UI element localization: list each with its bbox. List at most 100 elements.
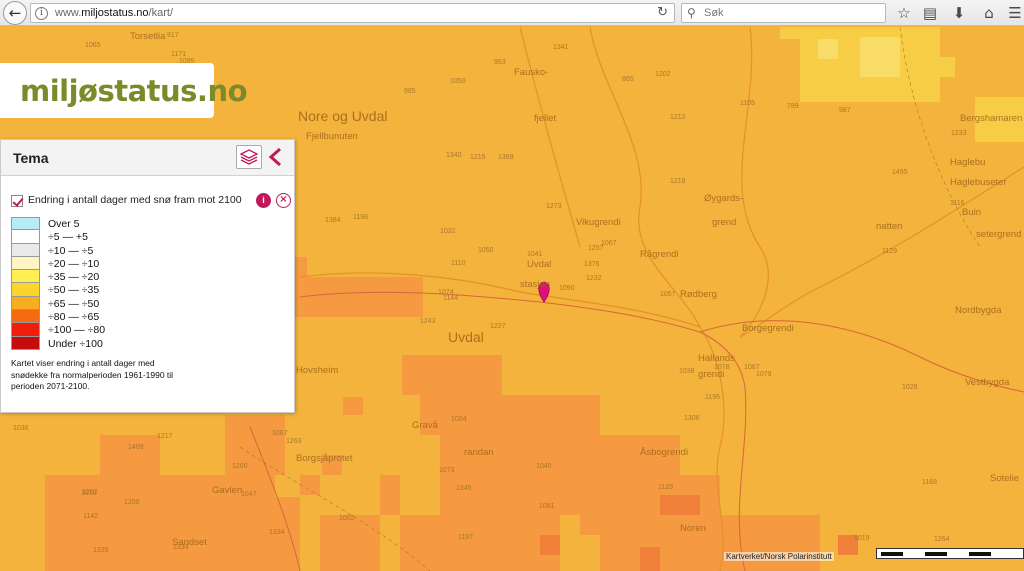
- spot-height: 1142: [83, 513, 99, 520]
- layer-info-icon[interactable]: i: [256, 193, 271, 208]
- scale-segment: [969, 552, 991, 556]
- logo: miljøstatus.no: [20, 74, 248, 108]
- home-icon[interactable]: ⌂: [979, 3, 999, 23]
- place-label: Åsbogrendi: [640, 447, 689, 458]
- download-icon[interactable]: ⬇: [949, 3, 969, 23]
- place-label: Haglebu: [950, 157, 986, 168]
- legend-label: Over 5: [48, 218, 80, 230]
- spot-height: 953: [494, 59, 506, 66]
- bookmark-star-icon[interactable]: ☆: [894, 3, 914, 23]
- spot-height: 1208: [124, 499, 140, 506]
- legend-label: ÷80 — ÷65: [48, 311, 100, 324]
- legend-item: ÷35 — ÷20: [11, 270, 211, 284]
- spot-height: 1036: [13, 425, 29, 432]
- layers-button[interactable]: [236, 145, 262, 169]
- legend-swatch: [11, 243, 40, 257]
- url-bar[interactable]: i www.miljostatus.no/kart/ ↻: [30, 3, 675, 23]
- legend-label: ÷10 — ÷5: [48, 244, 94, 257]
- spot-height: 1227: [490, 323, 506, 330]
- back-arrow-icon[interactable]: ←: [3, 1, 27, 25]
- spot-height: 1032: [440, 228, 456, 235]
- place-label: Torsetlia: [130, 31, 166, 42]
- spot-height: 1171: [171, 51, 187, 58]
- tema-panel: Tema Endring i antall dager med snø fram…: [0, 139, 295, 413]
- place-label: Rødberg: [680, 289, 717, 300]
- legend-swatch: [11, 323, 40, 337]
- legend-label: ÷5 — +5: [48, 231, 88, 244]
- place-label: Hallands: [698, 353, 735, 364]
- place-label: fjellet: [534, 113, 557, 124]
- reading-list-icon[interactable]: ▤: [920, 3, 940, 23]
- spot-height: 1200: [232, 463, 248, 470]
- spot-height: 1010: [81, 490, 97, 497]
- spot-height: 987: [839, 107, 851, 114]
- panel-title: Tema: [13, 150, 49, 166]
- spot-height: 1041: [527, 251, 543, 258]
- place-label: Sotelie: [990, 473, 1020, 484]
- legend-label: ÷65 — ÷50: [48, 297, 100, 310]
- place-label: Vikugrendi: [576, 217, 621, 228]
- place-label: Hovsheim: [296, 365, 339, 376]
- spot-height: 1028: [902, 384, 918, 391]
- legend-item: ÷100 — ÷80: [11, 323, 211, 337]
- layer-checkbox[interactable]: [11, 195, 23, 207]
- spot-height: 1306: [684, 415, 700, 422]
- legend-label: ÷50 — ÷35: [48, 284, 100, 297]
- spot-height: 1334: [269, 529, 285, 536]
- spot-height: 1202: [655, 71, 671, 78]
- place-label: Borgegrendi: [742, 323, 794, 334]
- scale-bar: [876, 548, 1024, 559]
- spot-height: 1212: [670, 114, 686, 121]
- legend-item: ÷10 — ÷5: [11, 243, 211, 257]
- spot-height: 1040: [536, 463, 552, 470]
- place-label: Nordbygda: [955, 305, 1002, 316]
- info-icon[interactable]: i: [35, 7, 48, 20]
- layers-icon: [239, 149, 259, 165]
- layer-description: Kartet viser endring i antall dager med …: [11, 358, 174, 391]
- spot-height: 1218: [670, 178, 686, 185]
- layer-remove-icon[interactable]: ×: [276, 193, 291, 208]
- spot-height: 1197: [458, 534, 474, 541]
- place-label: Borgsjåprotet: [296, 453, 353, 464]
- place-label: Fausko-: [514, 67, 549, 78]
- reload-icon[interactable]: ↻: [657, 5, 668, 20]
- spot-height: 1217: [157, 433, 173, 440]
- spot-height: 1073: [439, 467, 455, 474]
- place-label: setergrend: [976, 229, 1022, 240]
- legend-swatch: [11, 270, 40, 284]
- scale-segment: [881, 552, 903, 556]
- place-label: Fjellbunuten: [306, 131, 358, 142]
- spot-height: 1168: [922, 479, 938, 486]
- menu-icon[interactable]: ☰: [1005, 3, 1024, 23]
- place-label: natten: [876, 221, 903, 232]
- search-bar[interactable]: ⚲ Søk: [681, 3, 886, 23]
- legend-item: ÷80 — ÷65: [11, 310, 211, 324]
- legend-swatch: [11, 296, 40, 311]
- place-label: Haglebuseter: [950, 177, 1007, 188]
- spot-height: 1038: [679, 368, 695, 375]
- spot-height: 1273: [546, 203, 562, 210]
- spot-height: 1067: [272, 430, 288, 437]
- legend-swatch: [11, 336, 40, 350]
- legend-label: ÷35 — ÷20: [48, 271, 100, 284]
- layer-name: Endring i antall dager med snø fram mot …: [28, 194, 242, 206]
- url-text: www.miljostatus.no/kart/: [55, 7, 173, 19]
- panel-header: Tema: [1, 140, 294, 176]
- place-label: Noren: [680, 523, 706, 534]
- collapse-panel-button[interactable]: [264, 145, 288, 169]
- search-placeholder: Søk: [704, 7, 724, 19]
- spot-height: 1079: [756, 371, 772, 378]
- spot-height: 1047: [241, 491, 257, 498]
- logo-box[interactable]: miljøstatus.no: [0, 63, 248, 118]
- spot-height: 1105: [740, 100, 756, 107]
- spot-height: 1384: [325, 217, 341, 224]
- spot-height: 1129: [658, 484, 674, 491]
- legend-label: Under ÷100: [48, 337, 103, 350]
- legend-swatch: [11, 230, 40, 244]
- spot-height: 1067: [744, 364, 760, 371]
- legend-item: ÷5 — +5: [11, 230, 211, 244]
- spot-height: 1050: [478, 247, 494, 254]
- spot-height: 865: [622, 76, 634, 83]
- spot-height: 1004: [451, 416, 467, 423]
- legend-item: Over 5: [11, 217, 211, 231]
